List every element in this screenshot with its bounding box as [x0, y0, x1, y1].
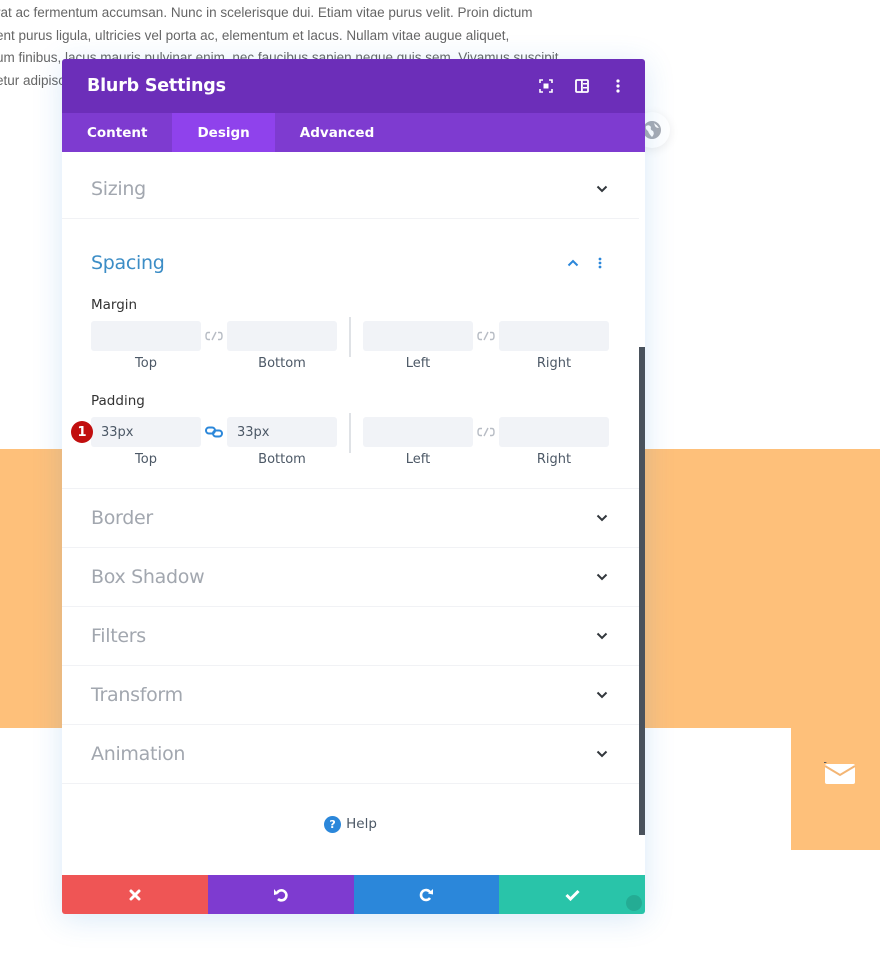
modal-footer [62, 875, 645, 914]
link-toggle[interactable] [473, 321, 499, 351]
toggle-spacing: Spacing Margin Top Bottom Left Right Pad… [62, 219, 639, 489]
toggle-title: Sizing [91, 178, 146, 200]
chevron-down-icon[interactable] [595, 511, 609, 525]
bg-text-line: ent purus ligula, ultricies vel porta ac… [0, 27, 510, 43]
padding-bottom-input[interactable] [227, 417, 337, 447]
toggle-border[interactable]: Border [62, 489, 639, 548]
redo-button[interactable] [353, 875, 500, 914]
orange-blurb-box [791, 728, 880, 850]
padding-group: Padding 1 Top Bottom [71, 393, 610, 472]
link-icon [205, 426, 223, 438]
toggle-transform[interactable]: Transform [62, 666, 639, 725]
more-vertical-icon [598, 257, 602, 269]
margin-left-label: Left [405, 356, 431, 371]
margin-left-input[interactable] [363, 321, 473, 351]
toggle-title: Box Shadow [91, 566, 205, 588]
padding-left-label: Left [405, 452, 431, 467]
chevron-up-icon[interactable] [566, 256, 580, 270]
padding-bottom-label: Bottom [258, 452, 306, 467]
toggle-title: Animation [91, 743, 186, 765]
chevron-down-icon[interactable] [595, 629, 609, 643]
tab-content[interactable]: Content [62, 113, 172, 152]
modal-header[interactable]: Blurb Settings [62, 59, 645, 113]
padding-top-input[interactable] [91, 417, 201, 447]
link-toggle[interactable] [201, 417, 227, 447]
padding-left-input[interactable] [363, 417, 473, 447]
more-options-button[interactable] [600, 59, 636, 113]
unlink-icon [477, 331, 495, 341]
globe-icon [643, 121, 661, 139]
blurb-settings-modal: Blurb Settings Content Design Advanced S… [62, 59, 645, 914]
toggle-title: Transform [91, 684, 183, 706]
padding-right-label: Right [536, 452, 572, 467]
check-icon [565, 889, 580, 901]
redo-icon [420, 888, 434, 901]
chevron-down-icon[interactable] [595, 570, 609, 584]
cancel-button[interactable] [62, 875, 208, 914]
toggle-sizing[interactable]: Sizing [62, 152, 639, 219]
close-icon [129, 889, 141, 900]
margin-group: Margin Top Bottom Left Right [91, 297, 610, 376]
tab-advanced[interactable]: Advanced [275, 113, 399, 152]
resize-handle[interactable] [626, 895, 642, 911]
envelope-icon [823, 759, 856, 786]
settings-tabs: Content Design Advanced [62, 113, 645, 152]
margin-label: Margin [91, 297, 138, 313]
toggle-title: Filters [91, 625, 146, 647]
unlink-icon [477, 427, 495, 437]
section-options-button[interactable] [590, 257, 610, 269]
toggle-box-shadow[interactable]: Box Shadow [62, 548, 639, 607]
unlink-icon [205, 331, 223, 341]
help-label: Help [346, 816, 377, 832]
link-toggle[interactable] [473, 417, 499, 447]
divider [349, 317, 351, 357]
scrollbar-thumb[interactable] [639, 347, 645, 835]
chevron-down-icon[interactable] [595, 182, 609, 196]
padding-label: Padding [91, 393, 145, 409]
more-vertical-icon [616, 79, 620, 93]
toggle-header[interactable]: Spacing [91, 219, 610, 297]
toggle-filters[interactable]: Filters [62, 607, 639, 666]
undo-icon [273, 888, 288, 902]
divider [349, 413, 351, 453]
margin-right-label: Right [536, 356, 572, 371]
tab-design[interactable]: Design [172, 113, 275, 152]
padding-top-label: Top [135, 452, 157, 467]
split-view-icon [575, 79, 589, 93]
toggle-title: Border [91, 507, 153, 529]
margin-right-input[interactable] [499, 321, 609, 351]
step-badge: 1 [71, 421, 93, 443]
save-button[interactable] [499, 875, 645, 914]
toggle-animation[interactable]: Animation [62, 725, 639, 784]
chevron-down-icon[interactable] [595, 688, 609, 702]
help-link[interactable]: ? Help [62, 784, 639, 835]
chevron-down-icon[interactable] [595, 747, 609, 761]
margin-top-label: Top [135, 356, 157, 371]
undo-button[interactable] [207, 875, 354, 914]
bg-text-line: rat ac fermentum accumsan. Nunc in scele… [0, 5, 533, 20]
padding-right-input[interactable] [499, 417, 609, 447]
margin-top-input[interactable] [91, 321, 201, 351]
toggle-title: Spacing [91, 252, 165, 274]
expand-icon [539, 79, 553, 93]
help-icon: ? [324, 815, 342, 833]
split-view-button[interactable] [564, 59, 600, 113]
modal-title: Blurb Settings [87, 76, 226, 96]
expand-button[interactable] [528, 59, 564, 113]
margin-bottom-label: Bottom [258, 356, 306, 371]
settings-body: Sizing Spacing Margin Top Bottom Left Ri… [62, 152, 645, 835]
link-toggle[interactable] [201, 321, 227, 351]
margin-bottom-input[interactable] [227, 321, 337, 351]
